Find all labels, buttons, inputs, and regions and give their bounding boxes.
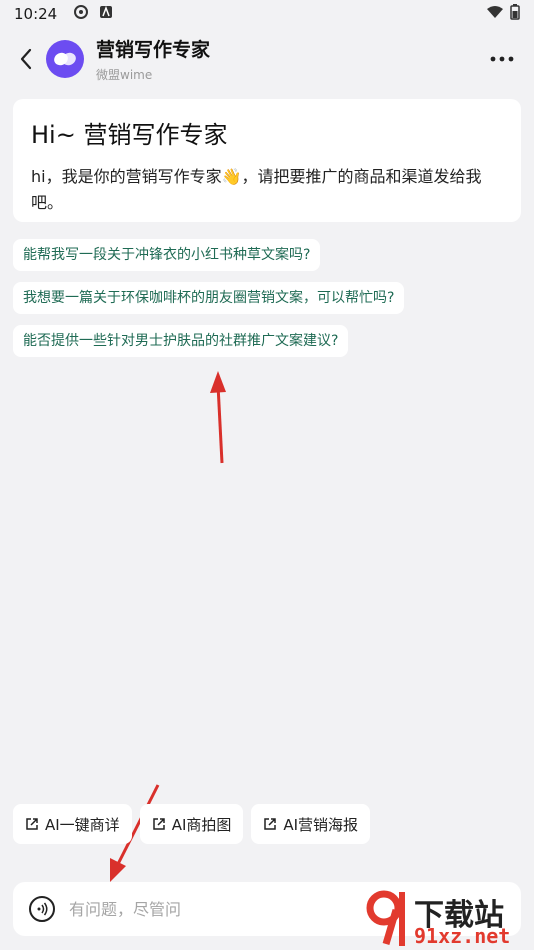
status-bar: 10:24	[0, 0, 534, 28]
wifi-icon	[486, 5, 504, 23]
action-marketing-poster[interactable]: AI营销海报	[251, 804, 371, 844]
app-header: 营销写作专家 微盟wime	[0, 28, 534, 90]
app-notification-icon	[99, 5, 113, 23]
more-button[interactable]	[482, 39, 522, 79]
voice-input-button[interactable]	[29, 896, 55, 922]
sync-icon	[73, 4, 89, 24]
action-label: AI一键商详	[45, 815, 120, 834]
suggestion-chip[interactable]: 能帮我写一段关于冲锋衣的小红书种草文案吗?	[13, 239, 321, 271]
wime-logo-icon	[54, 52, 76, 66]
watermark-logo-icon	[366, 890, 405, 946]
action-label: AI商拍图	[171, 815, 232, 834]
avatar	[46, 40, 84, 78]
action-product-detail[interactable]: AI一键商详	[13, 804, 132, 844]
greeting-text: hi，我是你的营销写作专家👋，请把要推广的商品和渠道发给我吧。	[31, 167, 482, 212]
battery-icon	[510, 4, 520, 24]
back-arrow-icon	[20, 48, 32, 70]
voice-wave-icon	[37, 902, 48, 916]
greeting-title: Hi~ 营销写作专家	[31, 121, 228, 149]
page-title: 营销写作专家	[96, 39, 211, 61]
external-link-icon	[152, 817, 166, 831]
action-label: AI营销海报	[283, 815, 359, 834]
greeting-card: Hi~ 营销写作专家 hi，我是你的营销写作专家👋，请把要推广的商品和渠道发给我…	[13, 99, 521, 222]
external-link-icon	[25, 817, 39, 831]
watermark: 下载站 91xz.net	[362, 888, 532, 948]
suggestion-chip[interactable]: 能否提供一些针对男士护肤品的社群推广文案建议?	[13, 325, 349, 357]
external-link-icon	[263, 817, 277, 831]
quick-actions: AI一键商详 AI商拍图 AI营销海报	[13, 804, 371, 844]
more-icon	[490, 56, 514, 62]
suggestion-chip[interactable]: 我想要一篇关于环保咖啡杯的朋友圈营销文案，可以帮忙吗?	[13, 282, 405, 314]
back-button[interactable]	[12, 39, 40, 79]
action-product-photo[interactable]: AI商拍图	[139, 804, 244, 844]
page-subtitle: 微盟wime	[96, 68, 153, 82]
annotation-arrow-up	[210, 371, 226, 464]
status-time: 10:24	[14, 5, 58, 23]
watermark-url: 91xz.net	[414, 924, 511, 948]
